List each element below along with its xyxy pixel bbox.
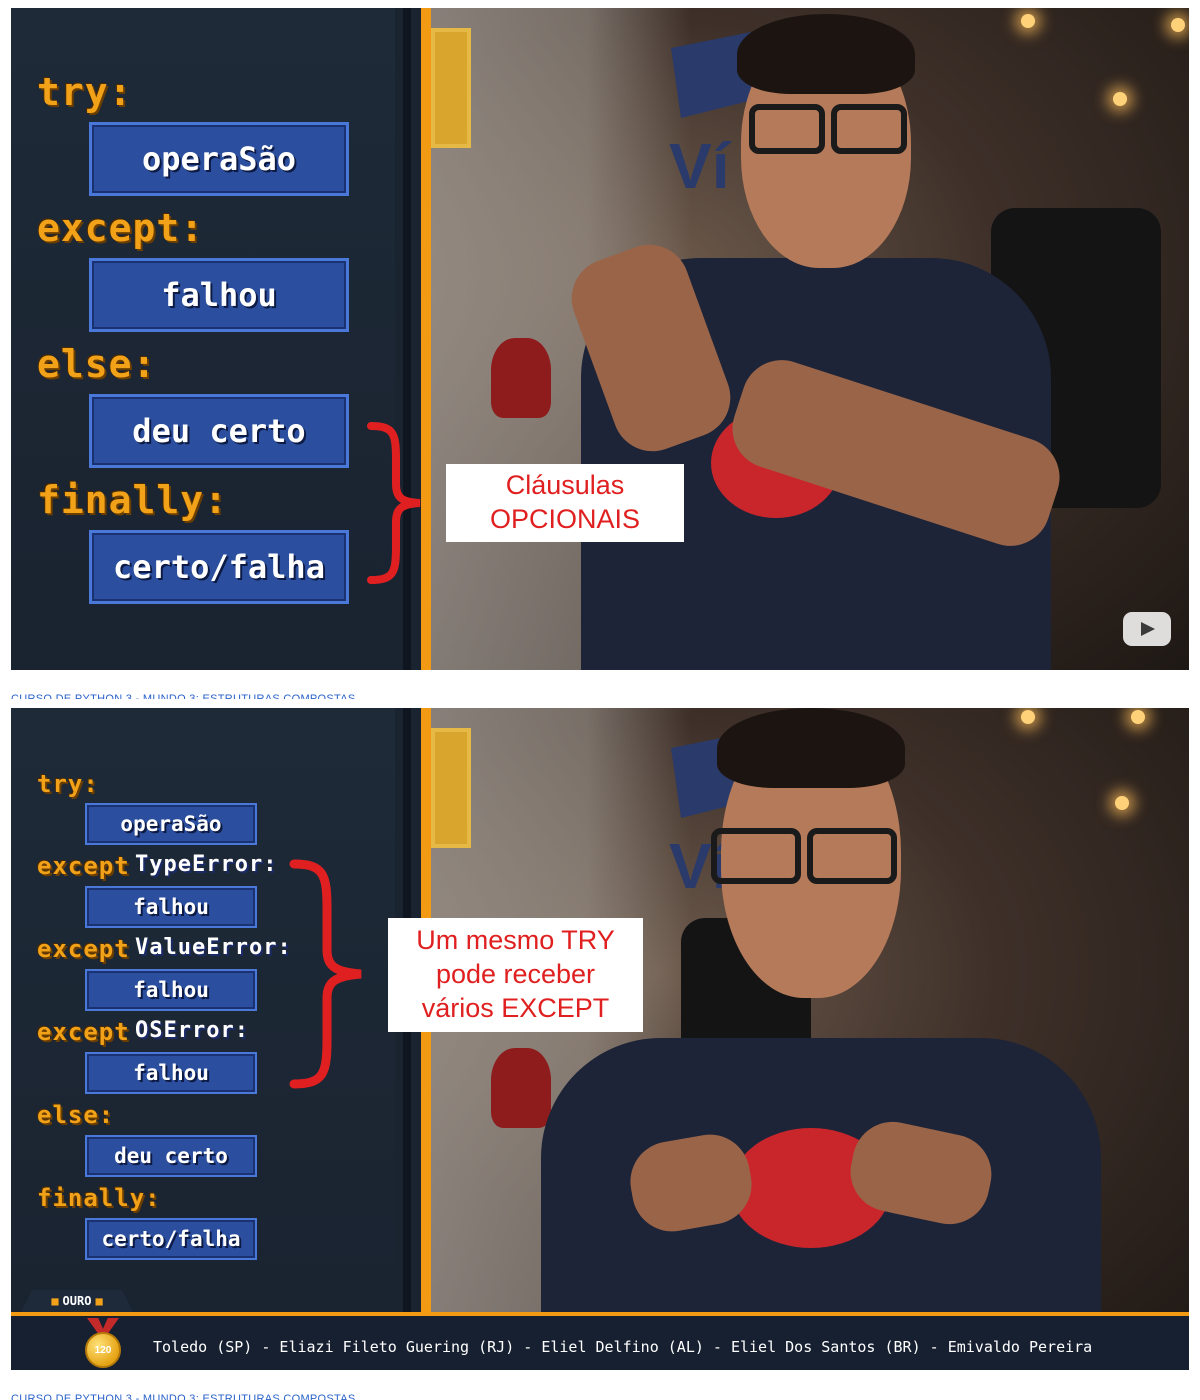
video-frame-1: try: operaSão except: falhou else: deu c… — [11, 8, 1189, 670]
except-keyword: except — [37, 935, 130, 963]
except-keyword: except — [37, 852, 130, 880]
annotation-line: Um mesmo TRY — [416, 925, 615, 956]
presenter-video[interactable]: Ví — [431, 8, 1189, 670]
presenter-video[interactable]: Ví — [431, 708, 1189, 1370]
except-keyword: except — [37, 1018, 130, 1046]
os-error-label: OSError: — [135, 1018, 249, 1043]
shelf — [431, 28, 471, 148]
else-keyword: else: — [37, 342, 157, 386]
shelf — [431, 728, 471, 848]
glasses-right — [807, 828, 897, 884]
else-keyword: else: — [37, 1101, 115, 1129]
figurine — [491, 338, 551, 418]
lamp-light — [1021, 710, 1035, 724]
annotation-line: OPCIONAIS — [489, 504, 641, 534]
lamp-light — [1113, 92, 1127, 106]
success-box: deu certo — [85, 1135, 257, 1177]
bar-accent-line — [11, 1312, 1189, 1316]
course-title-link[interactable]: CURSO DE PYTHON 3 - MUNDO 3: ESTRUTURAS … — [11, 1391, 431, 1400]
curly-brace-annotation — [289, 859, 362, 1089]
supporters-ticker: Toledo (SP) - Eliazi Fileto Guering (RJ)… — [153, 1338, 1093, 1356]
failed-box: falhou — [85, 1052, 257, 1094]
annotation-line: pode receber — [435, 959, 596, 990]
except-keyword: except: — [37, 206, 205, 250]
rank-label: OURO — [62, 1294, 92, 1308]
try-keyword: try: — [37, 770, 99, 798]
code-panel: try: operaSão except: falhou else: deu c… — [11, 8, 411, 670]
dot-icon: ■ — [51, 1294, 59, 1308]
play-button-icon[interactable] — [1123, 612, 1171, 646]
dot-icon: ■ — [95, 1294, 103, 1308]
lamp-light — [1021, 14, 1035, 28]
operation-box: operaSão — [89, 122, 349, 196]
annotation-line: vários EXCEPT — [421, 992, 610, 1023]
lamp-light — [1171, 18, 1185, 32]
annotation-note: Um mesmo TRY pode receber vários EXCEPT — [388, 918, 643, 1032]
finally-keyword: finally: — [37, 1184, 161, 1212]
presenter-hair — [717, 708, 905, 788]
svg-text:Ví: Ví — [669, 130, 732, 202]
annotation-line: Cláusulas — [505, 470, 625, 501]
presenter-hair — [737, 14, 915, 94]
figurine — [491, 1048, 551, 1128]
operation-box: operaSão — [85, 803, 257, 845]
curly-brace-annotation — [367, 422, 421, 584]
supporters-bar: ■ OURO ■ 120 Toledo (SP) - Eliazi Fileto… — [11, 1290, 1189, 1370]
finally-keyword: finally: — [37, 478, 229, 522]
finally-box: certo/falha — [85, 1218, 257, 1260]
finally-box: certo/falha — [89, 530, 349, 604]
rank-tab: ■ OURO ■ — [21, 1290, 133, 1312]
failed-box: falhou — [85, 969, 257, 1011]
try-keyword: try: — [37, 70, 133, 114]
success-box: deu certo — [89, 394, 349, 468]
annotation-note: Cláusulas OPCIONAIS — [446, 464, 684, 542]
failed-box: falhou — [85, 886, 257, 928]
glasses-left — [749, 104, 825, 154]
panel-divider — [395, 708, 431, 1370]
lamp-light — [1115, 796, 1129, 810]
type-error-label: TypeError: — [135, 852, 278, 877]
glasses-left — [711, 828, 801, 884]
value-error-label: ValueError: — [135, 935, 292, 960]
glasses-right — [831, 104, 907, 154]
failed-box: falhou — [89, 258, 349, 332]
video-frame-2: try: operaSão except TypeError: falhou e… — [11, 708, 1189, 1370]
medal-icon: 120 — [85, 1332, 121, 1368]
course-title-link[interactable]: CURSO DE PYTHON 3 - MUNDO 3: ESTRUTURAS … — [11, 691, 431, 699]
lamp-light — [1131, 710, 1145, 724]
medal-number: 120 — [94, 1344, 112, 1356]
